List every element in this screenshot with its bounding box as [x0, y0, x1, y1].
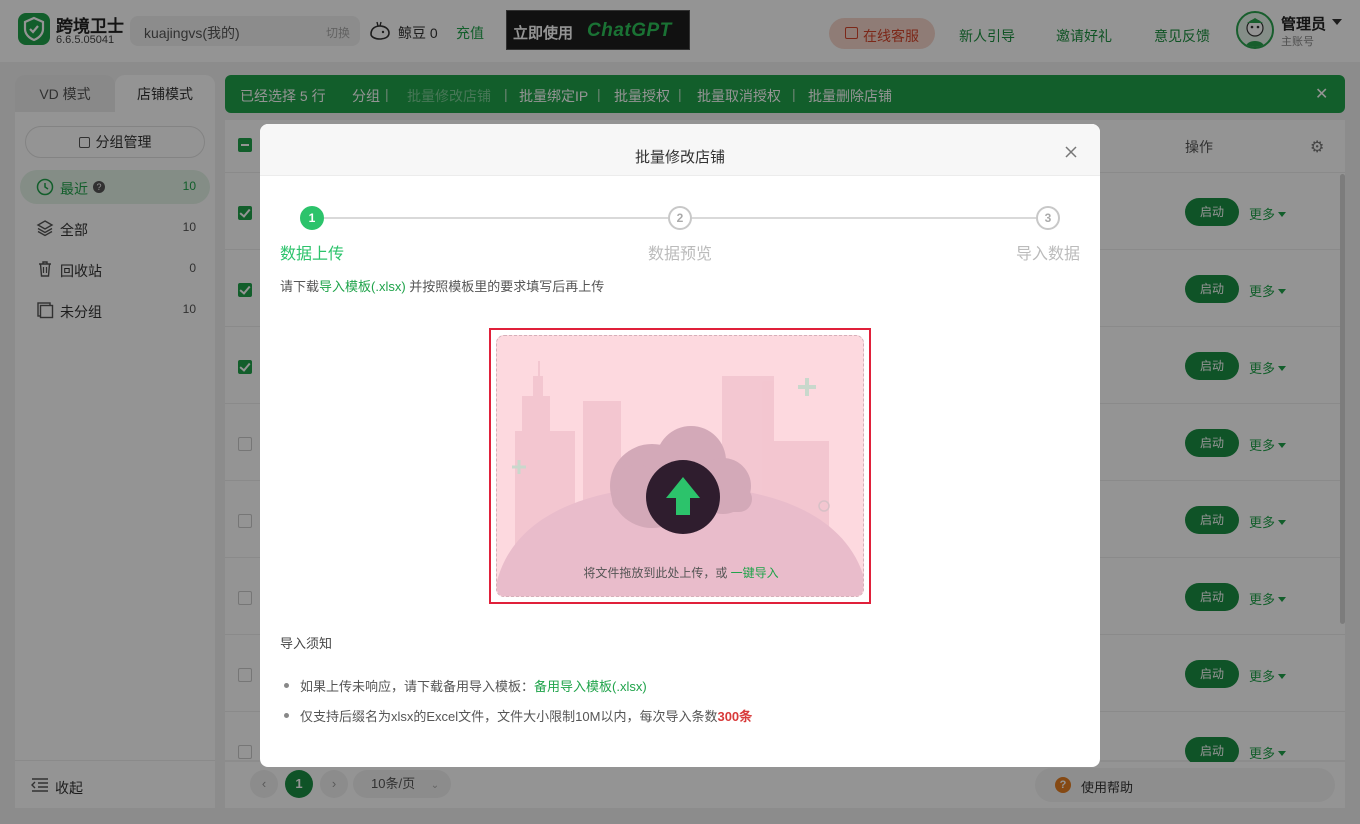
step-1-indicator: 1 [300, 206, 324, 230]
cloud-upload-illustration [497, 361, 863, 596]
notice-1-text: 如果上传未响应，请下载备用导入模板： [300, 679, 535, 694]
download-tip: 请下载导入模板(.xlsx) 并按照模板里的要求填写后再上传 [280, 276, 604, 295]
backup-template-link[interactable]: 备用导入模板(.xlsx) [534, 679, 647, 694]
upload-dropzone-frame: 将文件拖放到此处上传，或 一键导入 [489, 328, 871, 604]
close-icon[interactable] [1064, 145, 1078, 159]
one-click-import-link[interactable]: 一键导入 [731, 566, 779, 580]
dialog-title: 批量修改店铺 [634, 149, 725, 166]
step-3-indicator: 3 [1036, 206, 1060, 230]
notice-2-text: 仅支持后缀名为xlsx的Excel文件，文件大小限制10M以内，每次导入条数 [300, 709, 718, 724]
upload-dropzone[interactable]: 将文件拖放到此处上传，或 一键导入 [496, 335, 864, 597]
step-connector [324, 217, 668, 219]
tip-suffix: 并按照模板里的要求填写后再上传 [405, 279, 605, 294]
batch-edit-store-dialog: 批量修改店铺 1 2 3 数据上传 数据预览 导入数据 请下载导入模板(.xls… [260, 124, 1100, 767]
dialog-header: 批量修改店铺 [260, 124, 1100, 176]
dropzone-hint-text: 将文件拖放到此处上传，或 [583, 566, 731, 580]
notice-title: 导入须知 [280, 636, 333, 651]
notice-item: 如果上传未响应，请下载备用导入模板：备用导入模板(.xlsx) [300, 676, 647, 695]
step-2-label: 数据预览 [648, 246, 713, 263]
step-connector [692, 217, 1036, 219]
tip-prefix: 请下载 [280, 279, 320, 294]
step-2-indicator: 2 [668, 206, 692, 230]
bullet-dot [284, 683, 289, 688]
bullet-dot [284, 713, 289, 718]
notice-item: 仅支持后缀名为xlsx的Excel文件，文件大小限制10M以内，每次导入条数30… [300, 706, 752, 725]
step-3-label: 导入数据 [1016, 246, 1081, 263]
download-template-link[interactable]: 导入模板(.xlsx) [319, 279, 406, 294]
step-1-label: 数据上传 [280, 246, 345, 263]
dropzone-hint: 将文件拖放到此处上传，或 一键导入 [497, 564, 863, 581]
import-limit-highlight: 300条 [717, 709, 753, 724]
